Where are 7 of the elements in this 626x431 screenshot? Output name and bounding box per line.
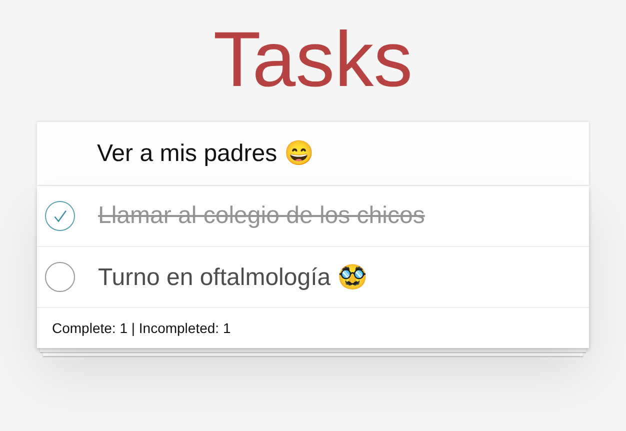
- task-label: Llamar al colegio de los chicos: [98, 202, 425, 230]
- task-label: Turno en oftalmología 🥸: [98, 262, 368, 292]
- new-task-field[interactable]: Ver a mis padres 😄: [37, 122, 589, 186]
- task-counter: Complete: 1 | Incompleted: 1: [52, 320, 231, 336]
- task-checkbox[interactable]: [45, 262, 75, 292]
- task-checkbox[interactable]: [45, 201, 75, 231]
- app-title: Tasks: [212, 14, 414, 105]
